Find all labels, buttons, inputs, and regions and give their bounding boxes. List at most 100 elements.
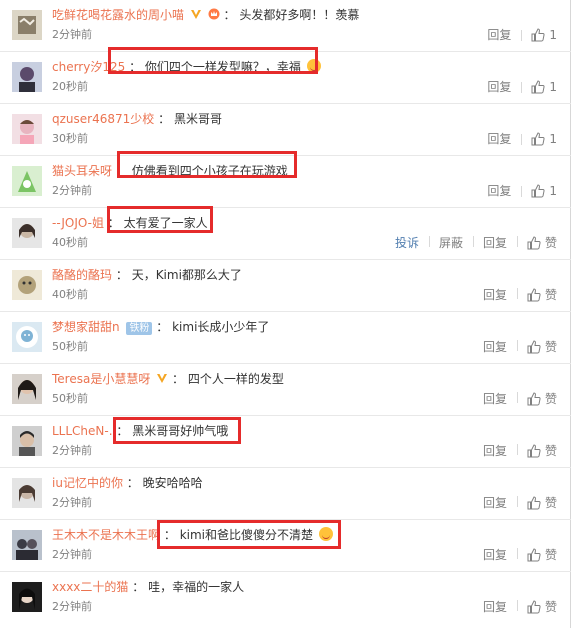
comment-actions: 回复 1 <box>477 182 557 199</box>
thumbs-up-icon <box>527 547 541 561</box>
separator: ： <box>116 424 129 438</box>
like-count: 1 <box>549 183 557 198</box>
like-label: 赞 <box>544 444 557 458</box>
comment-time: 50秒前 <box>52 340 88 353</box>
username-link[interactable]: 梦想家甜甜n <box>52 320 120 334</box>
reply-button[interactable]: 回复 <box>473 598 517 615</box>
comment-content: 黑米哥哥好帅气哦 <box>132 424 229 438</box>
reply-button[interactable]: 回复 <box>477 78 521 95</box>
comment-text-line: qzuser46871少校 ： 黑米哥哥 <box>52 110 222 127</box>
avatar[interactable] <box>12 322 42 352</box>
reply-button[interactable]: 回复 <box>473 286 517 303</box>
comment-content: 四个人一样的发型 <box>187 372 284 386</box>
like-button[interactable]: 1 <box>521 184 557 198</box>
comment-text-line: 吃鲜花喝花露水的周小喵 ： 头发都好多啊！！羡慕 <box>52 6 359 23</box>
username-link[interactable]: 猫头耳朵呀 <box>52 164 112 178</box>
username-link[interactable]: qzuser46871少校 <box>52 112 154 126</box>
comment-item: 王木木不是木木王啊 ： kimi和爸比傻傻分不清楚 2分钟前 回复 赞 <box>0 520 571 572</box>
like-button[interactable]: 赞 <box>516 390 557 407</box>
reply-button[interactable]: 回复 <box>473 390 517 407</box>
username-link[interactable]: cherry汐125 <box>52 60 125 74</box>
verified-v-icon <box>190 10 201 19</box>
comment-content: 你们四个一样发型嘛？，幸福 <box>144 60 301 74</box>
reply-button[interactable]: 回复 <box>472 234 517 251</box>
avatar[interactable] <box>12 270 42 300</box>
username-link[interactable]: --JOJO-姐 <box>52 216 104 230</box>
like-button[interactable]: 赞 <box>516 598 557 615</box>
comment-text-line: 梦想家甜甜n 铁粉 ： kimi长成小少年了 <box>52 318 269 335</box>
comment-actions: 回复 赞 <box>473 546 557 563</box>
separator: ： <box>163 528 176 542</box>
username-link[interactable]: 吃鲜花喝花露水的周小喵 <box>52 8 184 22</box>
comment-item: cherry汐125 ： 你们四个一样发型嘛？，幸福 20秒前 回复 1 <box>0 52 571 104</box>
comment-text-line: --JOJO-姐 ： 太有爱了一家人 <box>52 214 208 231</box>
like-button[interactable]: 1 <box>521 132 557 146</box>
reply-button[interactable]: 回复 <box>477 182 521 199</box>
avatar[interactable] <box>12 62 42 92</box>
comment-actions: 回复 1 <box>477 130 557 147</box>
thumbs-up-icon <box>531 131 545 145</box>
reply-button[interactable]: 回复 <box>477 130 521 147</box>
thumbs-up-icon <box>527 339 541 353</box>
separator: ： <box>129 60 142 74</box>
comment-content: 晚安哈哈哈 <box>142 476 203 490</box>
avatar[interactable] <box>12 166 42 196</box>
comment-text-line: 酪酪的酪玛 ： 天，Kimi都那么大了 <box>52 266 242 283</box>
blush-emoji-icon <box>306 59 321 73</box>
thumbs-up-icon <box>527 235 541 249</box>
avatar[interactable] <box>12 582 42 612</box>
separator: ： <box>107 216 120 230</box>
reply-button[interactable]: 回复 <box>473 546 517 563</box>
like-count: 1 <box>549 79 557 94</box>
username-link[interactable]: LLLCheN-. <box>52 424 113 438</box>
avatar[interactable] <box>12 478 42 508</box>
separator: ： <box>115 268 128 282</box>
avatar[interactable] <box>12 218 42 248</box>
comment-time: 2分钟前 <box>52 444 92 457</box>
thumbs-up-icon <box>527 495 541 509</box>
avatar[interactable] <box>12 374 42 404</box>
comment-actions: 回复 赞 <box>473 494 557 511</box>
username-link[interactable]: 王木木不是木木王啊 <box>52 528 160 542</box>
avatar[interactable] <box>12 426 42 456</box>
comment-item: qzuser46871少校 ： 黑米哥哥 30秒前 回复 1 <box>0 104 571 156</box>
username-link[interactable]: Teresa是小慧慧呀 <box>52 372 150 386</box>
reply-button[interactable]: 回复 <box>473 338 517 355</box>
thumbs-up-icon <box>527 391 541 405</box>
reply-button[interactable]: 回复 <box>473 442 517 459</box>
like-button[interactable]: 赞 <box>516 494 557 511</box>
like-button[interactable]: 赞 <box>516 546 557 563</box>
username-link[interactable]: xxxx二十的猫 <box>52 580 128 594</box>
comment-time: 40秒前 <box>52 288 88 301</box>
comment-content: 仿佛看到四个小孩子在玩游戏 <box>131 164 288 178</box>
like-label: 赞 <box>544 392 557 406</box>
like-button[interactable]: 1 <box>521 80 557 94</box>
separator: ： <box>132 580 145 594</box>
avatar[interactable] <box>12 10 42 40</box>
thumbs-up-icon <box>531 183 545 197</box>
separator: ： <box>158 112 171 126</box>
like-button[interactable]: 赞 <box>516 442 557 459</box>
comment-item: iu记忆中的你 ： 晚安哈哈哈 2分钟前 回复 赞 <box>0 468 571 520</box>
reply-button[interactable]: 回复 <box>473 494 517 511</box>
comment-item: 梦想家甜甜n 铁粉 ： kimi长成小少年了 50秒前 回复 赞 <box>0 312 571 364</box>
separator: ： <box>223 8 236 22</box>
like-button[interactable]: 赞 <box>516 286 557 303</box>
block-button[interactable]: 屏蔽 <box>428 234 473 251</box>
like-label: 赞 <box>544 496 557 510</box>
comment-actions: 回复 赞 <box>473 338 557 355</box>
avatar[interactable] <box>12 114 42 144</box>
comment-item: Teresa是小慧慧呀 ： 四个人一样的发型 50秒前 回复 赞 <box>0 364 571 416</box>
like-button[interactable]: 赞 <box>516 234 557 251</box>
username-link[interactable]: 酪酪的酪玛 <box>52 268 112 282</box>
avatar[interactable] <box>12 530 42 560</box>
like-button[interactable]: 1 <box>521 28 557 42</box>
username-link[interactable]: iu记忆中的你 <box>52 476 123 490</box>
comment-content: 哇，幸福的一家人 <box>148 580 245 594</box>
comment-item: 酪酪的酪玛 ： 天，Kimi都那么大了 40秒前 回复 赞 <box>0 260 571 312</box>
comment-content: 太有爱了一家人 <box>123 216 208 230</box>
report-button[interactable]: 投诉 <box>385 234 429 251</box>
thumbs-up-icon <box>531 27 545 41</box>
reply-button[interactable]: 回复 <box>477 26 521 43</box>
like-button[interactable]: 赞 <box>516 338 557 355</box>
